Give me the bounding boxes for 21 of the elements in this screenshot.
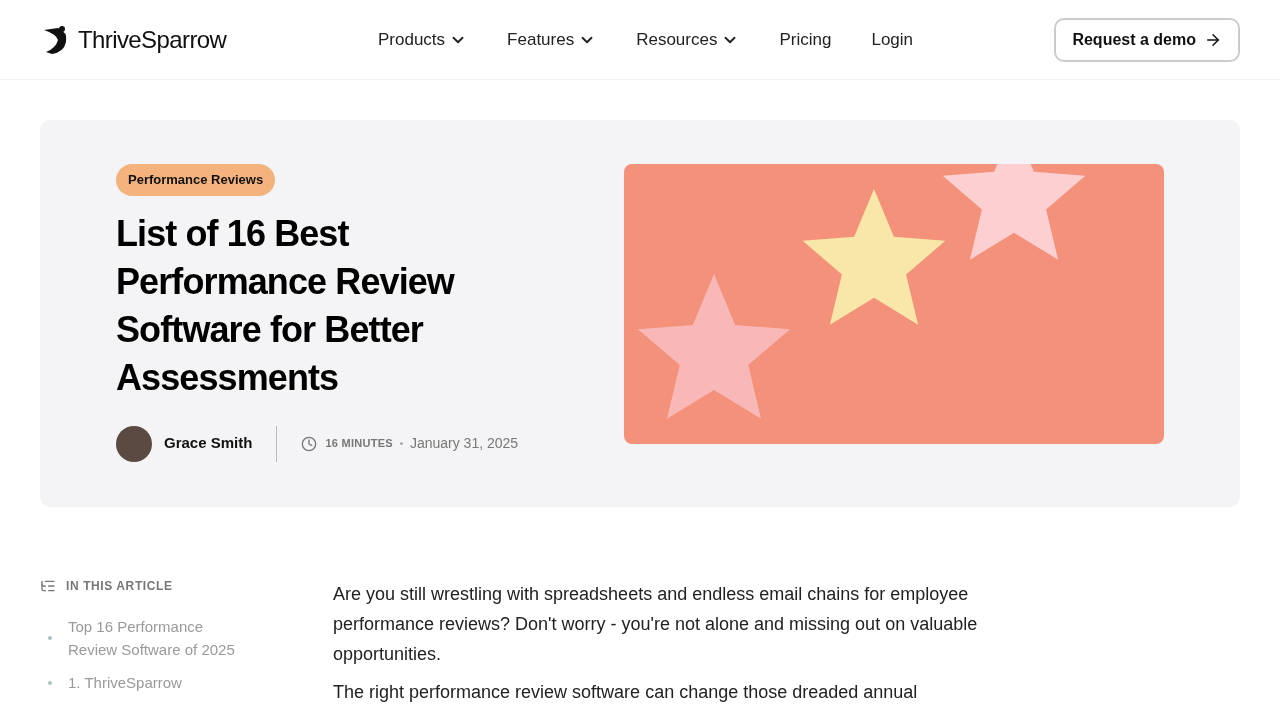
dot-separator (399, 442, 403, 445)
brand-name: ThriveSparrow (78, 24, 227, 55)
article-paragraph: The right performance review software can change those dreaded annual (333, 681, 919, 704)
toc-heading: IN THIS ARTICLE (66, 578, 173, 595)
read-time: 16 MINUTES (325, 436, 393, 452)
request-demo-button[interactable]: Request a demo (1054, 17, 1240, 62)
article-paragraph: Are you still wrestling with spreadsheets and endless email chains for employee performance reviews? Don't worry - you're not alone and missing out on valuable opportunities. (333, 583, 979, 666)
clock-icon (301, 435, 318, 452)
nav-link[interactable]: Products (378, 26, 468, 53)
nav-link[interactable]: Resources (636, 26, 740, 53)
bullet-icon (48, 680, 52, 685)
nav-link[interactable]: Login (871, 26, 914, 53)
nav-link[interactable]: Features (507, 26, 597, 53)
author-name[interactable]: Grace Smith (164, 432, 253, 455)
avatar (116, 425, 152, 462)
category-tag[interactable]: Performance Reviews (116, 164, 276, 196)
bullet-icon (48, 636, 52, 640)
list-icon (40, 578, 56, 594)
publish-date: January 31, 2025 (409, 434, 519, 453)
article-title: List of 16 Best Performance Review Software for Better Assessments (116, 211, 456, 400)
nav-link[interactable]: Pricing (779, 26, 832, 53)
